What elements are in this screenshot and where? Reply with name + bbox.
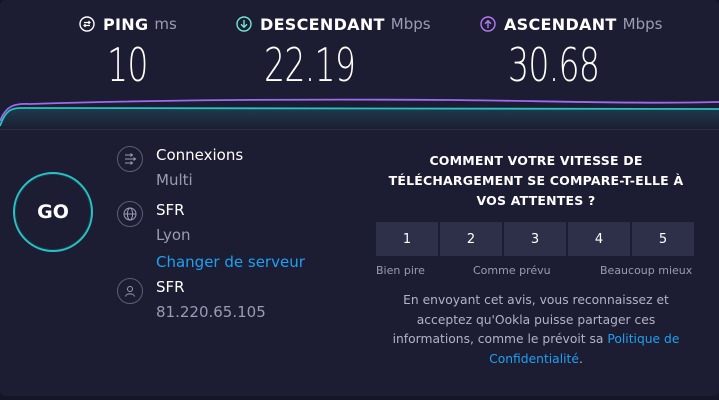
rating-button-4[interactable]: 4 <box>568 222 630 256</box>
disclaimer-period: . <box>578 351 583 366</box>
upload-label: ASCENDANT <box>504 14 617 34</box>
rating-button-3[interactable]: 3 <box>504 222 566 256</box>
rating-button-5[interactable]: 5 <box>632 222 694 256</box>
survey-question: COMMENT VOTRE VITESSE DE TÉLÉCHARGEMENT … <box>388 153 684 208</box>
survey-disclaimer: En envoyant cet avis, vous reconnaissez … <box>380 291 692 369</box>
go-button[interactable]: GO <box>13 172 93 252</box>
user-icon <box>117 278 143 304</box>
download-value: 22.19 <box>264 38 356 92</box>
rating-label-mid: Comme prévu <box>473 264 551 277</box>
upload-value: 30.68 <box>508 38 600 92</box>
globe-icon <box>117 201 143 227</box>
divider <box>0 129 719 130</box>
provider-name: SFR <box>156 278 185 296</box>
ping-label: PING <box>103 14 149 34</box>
ping-icon <box>79 16 95 32</box>
download-unit: Mbps <box>390 15 431 33</box>
download-arrow-icon <box>236 16 252 32</box>
provider-ip: 81.220.65.105 <box>156 303 266 321</box>
download-label: DESCENDANT <box>260 14 385 34</box>
connections-value: Multi <box>156 171 193 189</box>
server-name: SFR <box>156 201 185 219</box>
rating-scale: 1 2 3 4 5 <box>376 222 694 256</box>
results-panel: PING ms 10 DESCENDANT Mbps 22.19 ASCENDA… <box>0 0 719 396</box>
upload-arrow-icon <box>480 16 496 32</box>
rating-button-2[interactable]: 2 <box>440 222 502 256</box>
connections-icon[interactable] <box>117 146 143 172</box>
upload-metric: ASCENDANT Mbps 30.68 <box>480 12 663 92</box>
rating-button-1[interactable]: 1 <box>376 222 438 256</box>
ping-value: 10 <box>107 38 148 92</box>
server-location: Lyon <box>156 226 191 244</box>
rating-label-low: Bien pire <box>376 264 425 277</box>
download-graph-area <box>0 108 719 130</box>
connections-title: Connexions <box>156 146 244 164</box>
ping-metric: PING ms 10 <box>79 12 177 92</box>
ping-unit: ms <box>154 15 177 33</box>
rating-label-high: Beaucoup mieux <box>600 264 693 277</box>
upload-unit: Mbps <box>622 15 663 33</box>
download-metric: DESCENDANT Mbps 22.19 <box>236 12 431 92</box>
speed-graph <box>0 98 719 130</box>
change-server-link[interactable]: Changer de serveur <box>156 253 305 271</box>
